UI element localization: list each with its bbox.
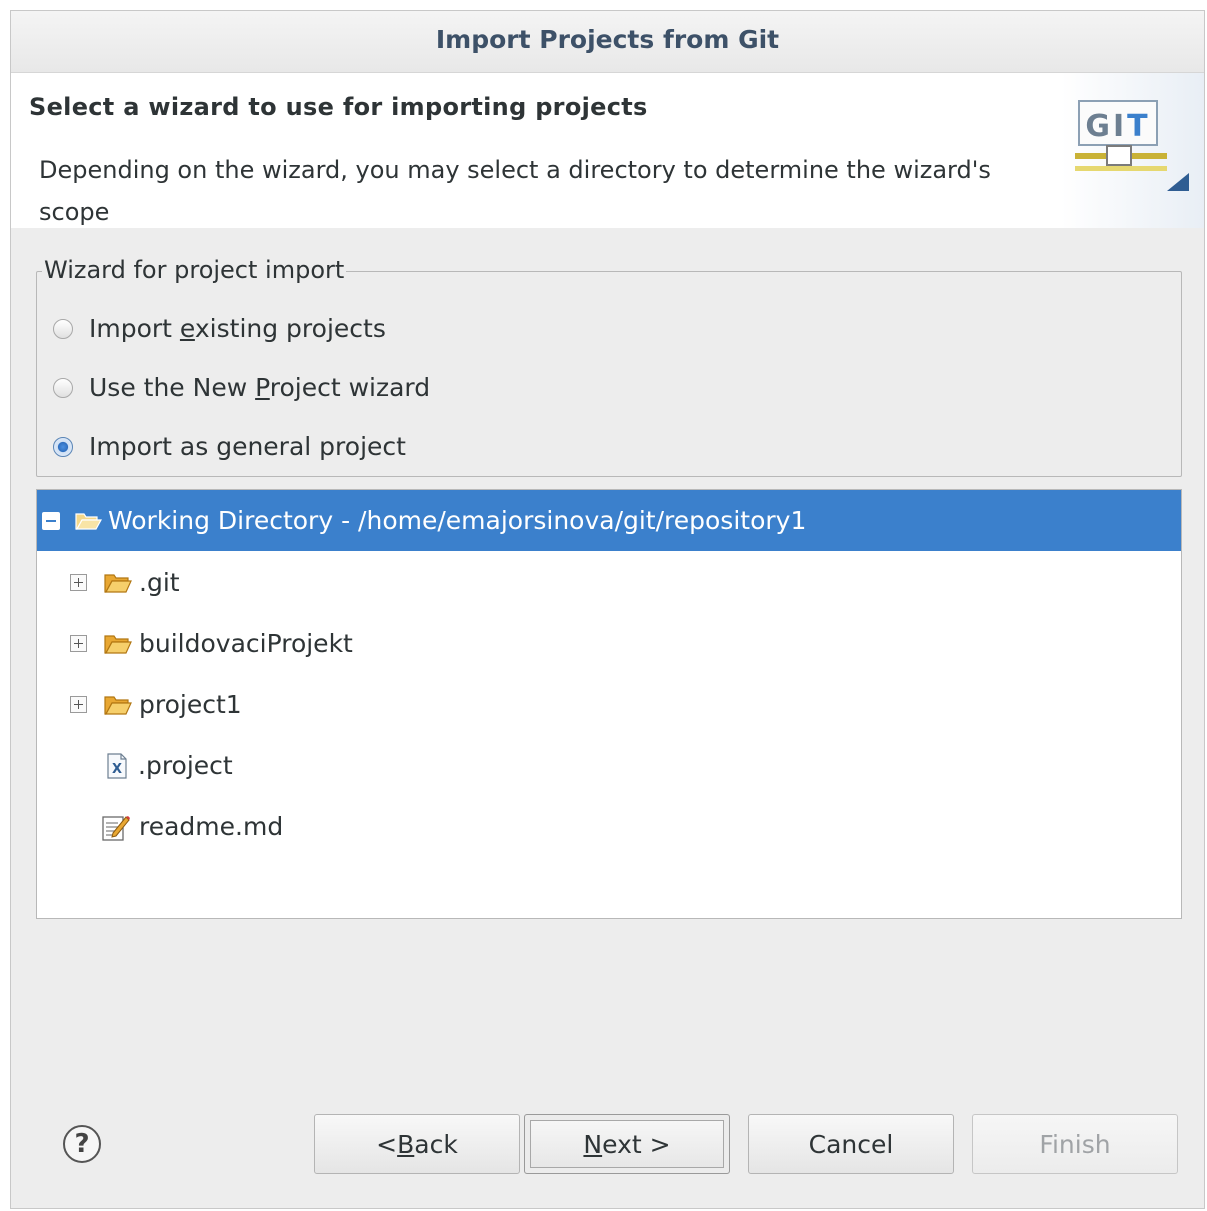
radio-label: Use the New Project wizard (89, 373, 431, 402)
banner-heading: Select a wizard to use for importing pro… (29, 93, 648, 121)
next-button[interactable]: Next > (524, 1114, 730, 1174)
tree-item-label: .project (138, 751, 233, 780)
tree-item-label: readme.md (139, 812, 284, 841)
radio-button[interactable] (53, 318, 73, 339)
import-dialog: Import Projects from Git Select a wizard… (10, 10, 1205, 1209)
directory-tree[interactable]: Working Directory - /home/emajorsinova/g… (36, 489, 1182, 919)
expand-icon[interactable] (70, 574, 87, 591)
radio-button[interactable] (53, 377, 73, 398)
finish-label: Finish (1039, 1129, 1111, 1159)
collapse-toggle-icon[interactable] (42, 511, 60, 530)
radio-import-general[interactable]: Import as general project (53, 432, 406, 461)
expand-icon[interactable] (70, 696, 87, 713)
back-label-prefix: < (376, 1129, 398, 1159)
tree-item-readme[interactable]: readme.md (37, 796, 1181, 857)
next-label-suffix: ext > (602, 1129, 671, 1159)
tree-item-label: .git (139, 568, 180, 597)
back-label-suffix: ack (414, 1129, 458, 1159)
cancel-button[interactable]: Cancel (748, 1114, 954, 1174)
xml-file-icon: X (106, 752, 128, 779)
folder-icon (103, 694, 133, 716)
back-button[interactable]: < Back (314, 1114, 520, 1174)
tree-item-buildovaciprojekt[interactable]: buildovaciProjekt (37, 613, 1181, 674)
text-file-icon (101, 813, 131, 841)
radio-label: Import as general project (89, 432, 406, 461)
tree-item-label: project1 (139, 690, 242, 719)
svg-text:GIT: GIT (1085, 109, 1150, 144)
tree-root-row[interactable]: Working Directory - /home/emajorsinova/g… (37, 490, 1181, 551)
title-bar[interactable]: Import Projects from Git (11, 11, 1204, 73)
button-bar: ? < Back Next > Cancel Finish (11, 1111, 1204, 1181)
tree-item-label: Working Directory - /home/emajorsinova/g… (108, 506, 807, 535)
folder-open-icon (74, 510, 103, 532)
next-mnemonic: N (583, 1129, 603, 1159)
back-mnemonic: B (397, 1129, 415, 1159)
svg-text:X: X (112, 762, 122, 777)
radio-import-existing[interactable]: Import existing projects (53, 314, 386, 343)
folder-icon (103, 572, 133, 594)
cancel-label: Cancel (808, 1129, 894, 1159)
tree-item-project1[interactable]: project1 (37, 674, 1181, 735)
wizard-banner: Select a wizard to use for importing pro… (11, 73, 1204, 228)
window-title: Import Projects from Git (435, 25, 780, 54)
finish-button: Finish (972, 1114, 1178, 1174)
banner-description: Depending on the wizard, you may select … (39, 156, 991, 226)
tree-item-git[interactable]: .git (37, 552, 1181, 613)
git-logo-icon: GIT (1061, 73, 1204, 228)
tree-item-label: buildovaciProjekt (139, 629, 353, 658)
expand-icon[interactable] (70, 635, 87, 652)
wizard-group-legend: Wizard for project import (42, 256, 347, 284)
folder-icon (103, 633, 133, 655)
radio-button-checked[interactable] (53, 436, 73, 457)
wizard-group: Wizard for project import Import existin… (36, 256, 1182, 477)
radio-new-project-wizard[interactable]: Use the New Project wizard (53, 373, 430, 402)
help-icon[interactable]: ? (63, 1125, 101, 1163)
radio-label: Import existing projects (89, 314, 386, 343)
tree-item-project-file[interactable]: X .project (37, 735, 1181, 796)
